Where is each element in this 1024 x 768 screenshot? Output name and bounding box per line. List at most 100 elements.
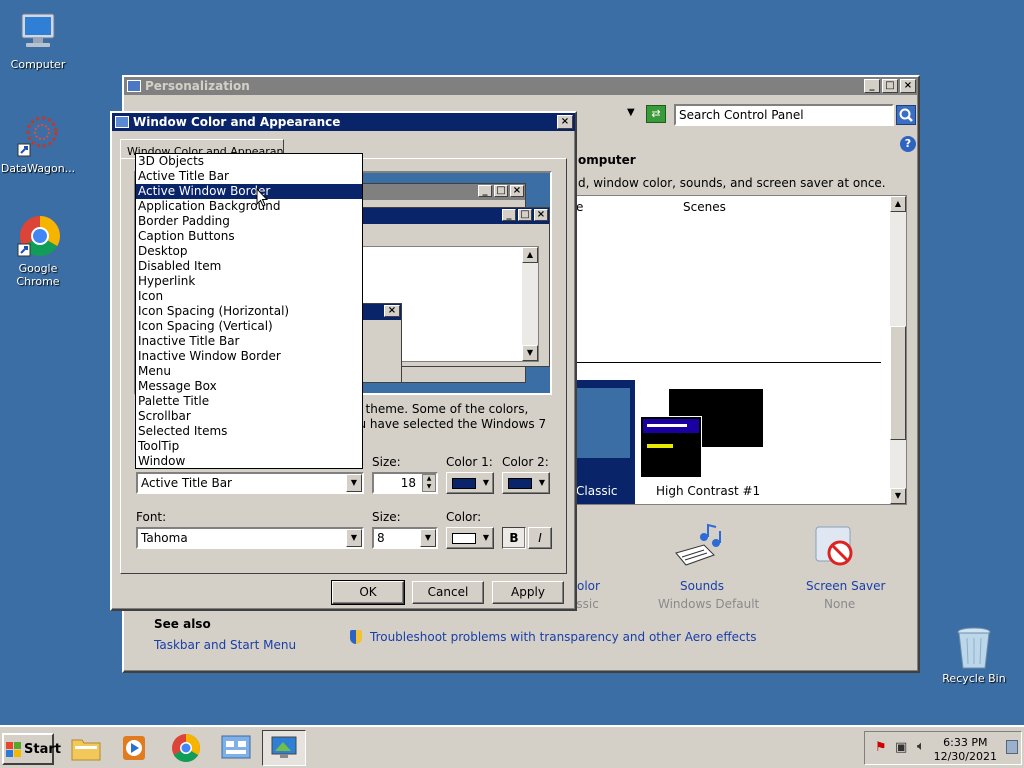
- chrome-icon: [172, 734, 200, 762]
- color-swatch: [452, 478, 476, 489]
- address-dropdown-icon[interactable]: ▼: [627, 107, 635, 118]
- dropdown-option[interactable]: Selected Items: [136, 424, 362, 439]
- taskbar-personalization[interactable]: [262, 730, 306, 766]
- clock[interactable]: 6:33 PM 12/30/2021: [934, 736, 997, 764]
- refresh-icon[interactable]: ⇄: [646, 105, 666, 123]
- dropdown-option[interactable]: Menu: [136, 364, 362, 379]
- column-header: e: [576, 200, 584, 214]
- scroll-up-button[interactable]: ▲: [890, 196, 906, 212]
- themes-list[interactable]: e Scenes Classic High Contrast #1 ▲ ▼: [567, 195, 907, 505]
- desktop-icon-chrome[interactable]: Google Chrome: [0, 214, 78, 288]
- taskbar: Start ⚑ ▣ 🔈︎ 6:33 PM 12/30/2021: [0, 725, 1024, 768]
- taskbar-start-menu-link[interactable]: Taskbar and Start Menu: [154, 638, 296, 652]
- vertical-scrollbar[interactable]: ▲ ▼: [890, 196, 906, 504]
- computer-icon: [16, 10, 60, 54]
- dialog-close-button[interactable]: ×: [557, 115, 573, 129]
- dropdown-option[interactable]: Active Window Border: [136, 184, 362, 199]
- help-icon[interactable]: ?: [900, 136, 916, 152]
- chevron-down-icon[interactable]: ▼: [346, 474, 362, 492]
- dropdown-option[interactable]: Caption Buttons: [136, 229, 362, 244]
- font-color-button[interactable]: ▼: [446, 527, 494, 549]
- dropdown-option[interactable]: Message Box: [136, 379, 362, 394]
- chevron-down-icon: ▼: [482, 533, 489, 542]
- search-icon[interactable]: [896, 105, 916, 125]
- item-select[interactable]: Active Title Bar ▼: [136, 472, 364, 494]
- volume-icon[interactable]: 🔈︎: [917, 739, 925, 754]
- italic-button[interactable]: I: [528, 527, 552, 549]
- color-swatch: [508, 478, 532, 489]
- taskbar-control-panel[interactable]: [214, 730, 258, 766]
- dropdown-option[interactable]: Disabled Item: [136, 259, 362, 274]
- theme-preview: [568, 388, 630, 458]
- font-label: Font:: [136, 510, 167, 524]
- troubleshoot-link[interactable]: Troubleshoot problems with transparency …: [370, 630, 757, 644]
- description-line-2: you have selected the Windows 7: [344, 417, 547, 431]
- maximize-button[interactable]: □: [882, 79, 898, 93]
- desktop-icon-computer[interactable]: Computer: [0, 10, 78, 71]
- theme-label: Classic: [576, 484, 618, 498]
- description-line-1: s 7 theme. Some of the colors,: [344, 402, 529, 416]
- dropdown-option[interactable]: Scrollbar: [136, 409, 362, 424]
- dropdown-option[interactable]: ToolTip: [136, 439, 362, 454]
- item-size-spinner[interactable]: 18 ▲ ▼: [372, 472, 438, 494]
- cancel-button[interactable]: Cancel: [412, 581, 484, 604]
- desktop-icon-label: DataWagon...: [0, 162, 76, 175]
- dropdown-option[interactable]: Inactive Title Bar: [136, 334, 362, 349]
- sounds-icon: [674, 523, 724, 574]
- chevron-down-icon[interactable]: ▼: [420, 529, 436, 547]
- taskbar-explorer[interactable]: [64, 730, 108, 766]
- personalization-titlebar[interactable]: Personalization _ □ ×: [124, 77, 918, 95]
- dropdown-option[interactable]: Inactive Window Border: [136, 349, 362, 364]
- dropdown-option[interactable]: 3D Objects: [136, 154, 362, 169]
- window-title: Personalization: [145, 79, 250, 93]
- dialog-titlebar[interactable]: Window Color and Appearance ×: [112, 113, 575, 131]
- dropdown-option[interactable]: Hyperlink: [136, 274, 362, 289]
- minimize-button[interactable]: _: [864, 79, 880, 93]
- start-button[interactable]: Start: [2, 733, 61, 765]
- dropdown-option[interactable]: Application Background: [136, 199, 362, 214]
- apply-button[interactable]: Apply: [492, 581, 564, 604]
- clock-date: 12/30/2021: [933, 750, 997, 763]
- chevron-down-icon: ▼: [482, 478, 489, 487]
- ok-button[interactable]: OK: [331, 580, 405, 605]
- font-size-select[interactable]: 8 ▼: [372, 527, 438, 549]
- font-select[interactable]: Tahoma ▼: [136, 527, 364, 549]
- dropdown-option[interactable]: Icon Spacing (Horizontal): [136, 304, 362, 319]
- network-icon[interactable]: ▣: [895, 740, 907, 755]
- theme-high-contrast-1[interactable]: High Contrast #1: [640, 388, 770, 500]
- dropdown-option[interactable]: Border Padding: [136, 214, 362, 229]
- scroll-down-button[interactable]: ▼: [890, 488, 906, 504]
- taskbar-chrome[interactable]: [164, 730, 208, 766]
- taskbar-media-player[interactable]: [112, 730, 156, 766]
- scroll-thumb[interactable]: [890, 326, 906, 440]
- datawagon-icon: [16, 114, 60, 158]
- close-button[interactable]: ×: [900, 79, 916, 93]
- theme-classic[interactable]: Classic: [568, 380, 635, 504]
- dropdown-option[interactable]: Icon: [136, 289, 362, 304]
- bold-button[interactable]: B: [502, 527, 526, 549]
- item-label: Sounds: [680, 579, 725, 593]
- clock-time: 6:33 PM: [943, 736, 988, 749]
- color-swatch: [452, 533, 476, 544]
- search-input[interactable]: Search Control Panel: [674, 104, 894, 126]
- dialog-title: Window Color and Appearance: [133, 115, 341, 129]
- screen-saver-item[interactable]: Screen Saver None: [794, 519, 894, 611]
- spinner-arrows-icon[interactable]: ▲ ▼: [422, 474, 436, 492]
- chevron-down-icon[interactable]: ▼: [346, 529, 362, 547]
- dropdown-option[interactable]: Desktop: [136, 244, 362, 259]
- desktop-icon-datawagon[interactable]: DataWagon...: [0, 114, 78, 175]
- control-panel-icon: [127, 80, 141, 92]
- dropdown-option[interactable]: Palette Title: [136, 394, 362, 409]
- color1-button[interactable]: ▼: [446, 472, 494, 494]
- dropdown-option[interactable]: Window: [136, 454, 362, 469]
- dropdown-option[interactable]: Active Title Bar: [136, 169, 362, 184]
- action-center-flag-icon[interactable]: ⚑: [875, 740, 887, 755]
- desktop-icon-recycle-bin[interactable]: Recycle Bin: [934, 624, 1014, 685]
- dialog-icon: [115, 116, 129, 128]
- column-header-scenes: Scenes: [683, 200, 726, 214]
- show-desktop-button[interactable]: [1006, 740, 1018, 754]
- item-dropdown-list[interactable]: 3D Objects Active Title Bar Active Window …: [135, 153, 363, 469]
- color2-button[interactable]: ▼: [502, 472, 550, 494]
- sounds-item[interactable]: Sounds Windows Default: [644, 519, 759, 611]
- dropdown-option[interactable]: Icon Spacing (Vertical): [136, 319, 362, 334]
